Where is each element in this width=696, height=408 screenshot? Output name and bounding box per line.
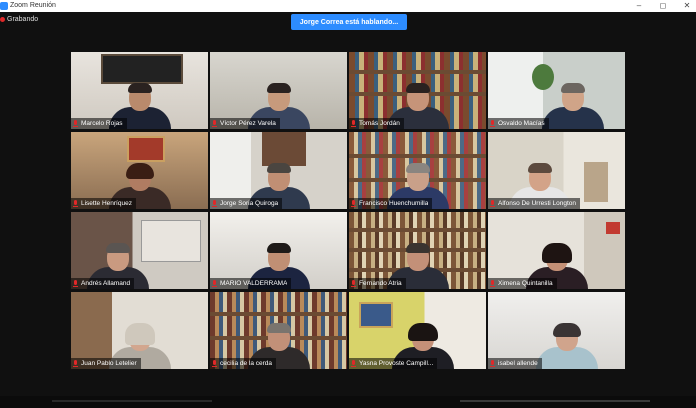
mic-muted-icon — [212, 360, 217, 367]
recording-label: Grabando — [7, 16, 39, 23]
window-controls: – ◻ ✕ — [634, 0, 692, 12]
mic-muted-icon — [212, 120, 217, 127]
mic-muted-icon — [73, 280, 78, 287]
participant-video — [541, 83, 604, 129]
toolbar-divider — [52, 400, 212, 402]
wall-map — [141, 220, 201, 262]
wall-emblem — [606, 222, 620, 234]
minimize-icon[interactable]: – — [634, 0, 644, 12]
participant-nameplate: isabel allende — [488, 358, 542, 369]
wall-painting — [359, 302, 393, 328]
participant-tile[interactable]: Osvaldo Macías — [488, 52, 625, 129]
participant-nameplate: Víctor Pérez Varela — [210, 118, 280, 129]
recording-indicator[interactable]: Grabando — [0, 16, 38, 23]
participant-nameplate: Ximena Quintanilla — [488, 278, 557, 289]
participant-nameplate: Lisette Henríquez — [71, 198, 136, 209]
mic-muted-icon — [351, 200, 356, 207]
participant-nameplate: Fernando Atria — [349, 278, 406, 289]
participant-tile[interactable]: Francisco Huenchumilla — [349, 132, 486, 209]
mic-muted-icon — [490, 280, 495, 287]
participant-nameplate: Osvaldo Macías — [488, 118, 549, 129]
zoom-app-icon — [0, 2, 8, 10]
mic-muted-icon — [73, 360, 78, 367]
video-gallery-grid: Marcelo Rojas Víctor Pérez Varela Tomás … — [71, 52, 627, 370]
active-speaker-banner: Jorge Correa está hablando... — [291, 14, 407, 30]
door — [262, 132, 306, 166]
participant-name: Osvaldo Macías — [498, 120, 545, 127]
participant-tile[interactable]: Marcelo Rojas — [71, 52, 208, 129]
participant-name: isabel allende — [498, 360, 538, 367]
wall-picture — [127, 136, 165, 162]
mic-muted-icon — [73, 200, 78, 207]
toolbar-divider — [460, 400, 650, 402]
mic-muted-icon — [351, 280, 356, 287]
bottom-toolbar — [0, 396, 696, 408]
mic-muted-icon — [351, 360, 356, 367]
participant-nameplate: Francisco Huenchumilla — [349, 198, 433, 209]
participant-name: Marcelo Rojas — [81, 120, 123, 127]
mic-muted-icon — [490, 120, 495, 127]
participant-name: Jorge Soria Quiroga — [220, 200, 279, 207]
participant-nameplate: cecilia de la cerda — [210, 358, 277, 369]
participant-tile[interactable]: Víctor Pérez Varela — [210, 52, 347, 129]
participant-tile[interactable]: Tomás Jordán — [349, 52, 486, 129]
participant-name: Yasna Provoste Campill... — [359, 360, 434, 367]
wall-picture — [101, 54, 183, 84]
participant-nameplate: Yasna Provoste Campill... — [349, 358, 438, 369]
chair — [584, 162, 608, 202]
participant-name: Víctor Pérez Varela — [220, 120, 276, 127]
mic-muted-icon — [212, 280, 217, 287]
participant-tile[interactable]: isabel allende — [488, 292, 625, 369]
participant-name: Lisette Henríquez — [81, 200, 132, 207]
participant-tile[interactable]: Fernando Atria — [349, 212, 486, 289]
maximize-icon[interactable]: ◻ — [658, 0, 668, 12]
participant-name: cecilia de la cerda — [220, 360, 273, 367]
participant-tile[interactable]: Jorge Soria Quiroga — [210, 132, 347, 209]
participant-tile[interactable]: Alfonso De Urresti Longton — [488, 132, 625, 209]
participant-tile[interactable]: cecilia de la cerda — [210, 292, 347, 369]
participant-tile[interactable]: Yasna Provoste Campill... — [349, 292, 486, 369]
mic-muted-icon — [351, 120, 356, 127]
participant-tile[interactable]: MARIO VALDERRAMA — [210, 212, 347, 289]
participant-name: Tomás Jordán — [359, 120, 400, 127]
participant-nameplate: Juan Pablo Letelier — [71, 358, 141, 369]
participant-name: Andrés Allamand — [81, 280, 131, 287]
mic-muted-icon — [73, 120, 78, 127]
participant-name: Fernando Atria — [359, 280, 402, 287]
mic-muted-icon — [212, 200, 217, 207]
window-title: Zoom Reunión — [10, 2, 56, 9]
mic-muted-icon — [490, 360, 495, 367]
mic-muted-icon — [490, 200, 495, 207]
participant-name: Ximena Quintanilla — [498, 280, 553, 287]
participant-nameplate: Alfonso De Urresti Longton — [488, 198, 581, 209]
participant-nameplate: MARIO VALDERRAMA — [210, 278, 292, 289]
participant-nameplate: Andrés Allamand — [71, 278, 135, 289]
participant-name: Alfonso De Urresti Longton — [498, 200, 577, 207]
participant-tile[interactable]: Lisette Henríquez — [71, 132, 208, 209]
participant-video — [536, 323, 599, 369]
close-icon[interactable]: ✕ — [682, 0, 692, 12]
participant-name: MARIO VALDERRAMA — [220, 280, 288, 287]
participant-nameplate: Jorge Soria Quiroga — [210, 198, 283, 209]
participant-nameplate: Marcelo Rojas — [71, 118, 127, 129]
participant-tile[interactable]: Andrés Allamand — [71, 212, 208, 289]
record-dot-icon — [0, 17, 5, 22]
participant-name: Francisco Huenchumilla — [359, 200, 429, 207]
participant-name: Juan Pablo Letelier — [81, 360, 137, 367]
participant-tile[interactable]: Ximena Quintanilla — [488, 212, 625, 289]
participant-tile[interactable]: Juan Pablo Letelier — [71, 292, 208, 369]
window-titlebar: Zoom Reunión – ◻ ✕ — [0, 0, 696, 12]
participant-nameplate: Tomás Jordán — [349, 118, 404, 129]
